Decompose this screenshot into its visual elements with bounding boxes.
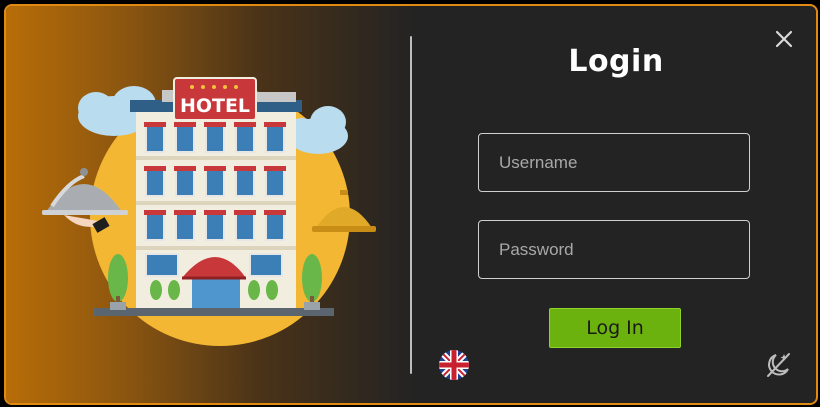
login-title: Login [568, 44, 664, 79]
dark-mode-toggle-icon [767, 353, 790, 377]
login-window: HOTEL Login Log In [4, 4, 818, 405]
uk-flag-icon [439, 350, 469, 380]
panel-divider [410, 36, 412, 374]
password-input[interactable] [478, 220, 750, 279]
close-icon [775, 30, 793, 48]
theme-toggle[interactable] [762, 349, 794, 381]
ground [94, 308, 334, 316]
roof-unit [256, 92, 296, 102]
close-button[interactable] [772, 27, 796, 51]
language-selector[interactable] [438, 349, 470, 381]
hotel-sign-text: HOTEL [180, 95, 250, 117]
hotel-illustration-panel: HOTEL [6, 6, 414, 403]
hotel-illustration: HOTEL [42, 77, 376, 346]
login-button[interactable]: Log In [549, 308, 681, 348]
username-input[interactable] [478, 133, 750, 192]
